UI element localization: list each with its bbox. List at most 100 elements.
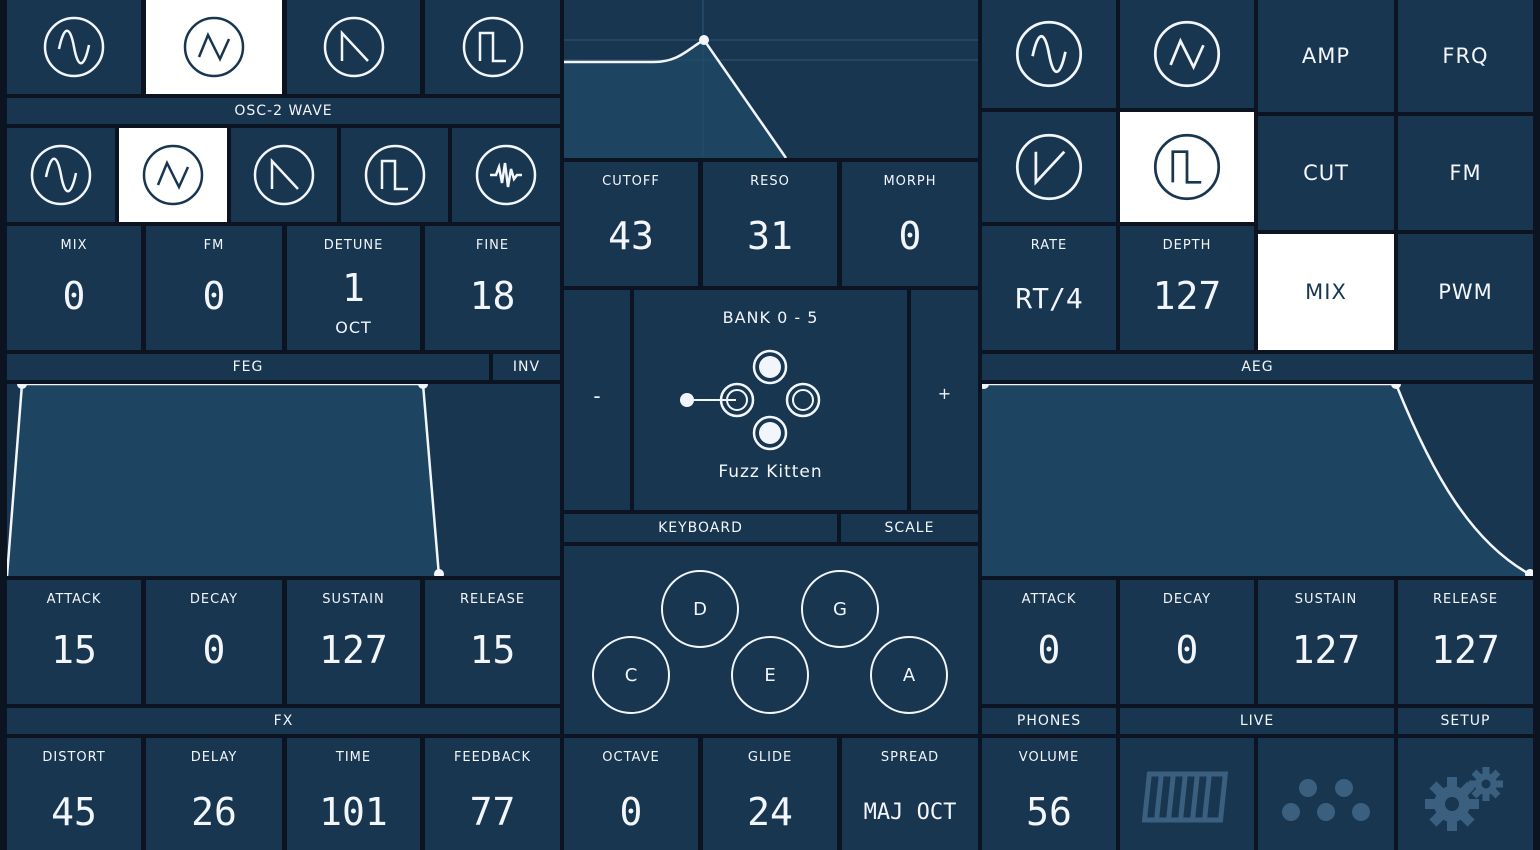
lfo-target-mix[interactable]: MIX [1258,234,1394,350]
feg-invert-button[interactable]: INV [493,354,560,380]
delay-value: 26 [191,790,237,834]
setup-button[interactable] [1398,738,1533,850]
volume-value: 56 [1026,790,1072,834]
saw-wave-icon [253,144,315,206]
spread-value: MAJ OCT [863,800,957,825]
dots-button[interactable] [1258,738,1394,850]
cutoff-control[interactable]: CUTOFF 43 [564,162,698,286]
feg-sustain-label: SUSTAIN [322,592,385,607]
feg-envelope-curve [7,384,444,576]
lfo-target-amp[interactable]: AMP [1258,0,1394,112]
osc2-wave-label: OSC-2 WAVE [7,98,560,124]
lfo-depth-control[interactable]: DEPTH 127 [1120,226,1254,350]
tab-live[interactable]: LIVE [1120,708,1394,734]
feedback-label: FEEDBACK [453,750,532,765]
fm-label: FM [203,238,225,253]
lfo-target-amp-label: AMP [1301,44,1351,68]
osc2-wave-sine[interactable] [7,128,115,222]
glide-label: GLIDE [747,750,793,765]
detune-control[interactable]: DETUNE 1 OCT [287,226,420,350]
triangle-wave-icon [142,144,204,206]
noise-wave-icon [475,144,537,206]
filter-curve [564,0,978,158]
detune-label: DETUNE [323,238,384,253]
lfo-target-frq[interactable]: FRQ [1398,0,1533,112]
lfo-wave-ramp[interactable] [982,112,1116,222]
note-pad: C D E G A [564,546,978,734]
tab-phones[interactable]: PHONES [982,708,1116,734]
feg-attack-label: ATTACK [46,592,102,607]
lfo-wave-square[interactable] [1120,112,1254,222]
delay-control[interactable]: DELAY 26 [146,738,282,850]
distort-label: DISTORT [42,750,106,765]
lfo-target-cut[interactable]: CUT [1258,116,1394,230]
feedback-control[interactable]: FEEDBACK 77 [425,738,560,850]
lfo-target-mix-label: MIX [1305,280,1347,304]
note-e-button[interactable]: E [731,636,809,714]
aeg-envelope-graph[interactable] [982,384,1533,576]
octave-control[interactable]: OCTAVE 0 [564,738,698,850]
reso-value: 31 [747,214,793,258]
osc2-wave-square[interactable] [341,128,448,222]
piano-button[interactable] [1120,738,1254,850]
distort-control[interactable]: DISTORT 45 [7,738,141,850]
fine-control[interactable]: FINE 18 [425,226,560,350]
bank-patch-display[interactable]: BANK 0 - 5 Fuzz Kitten [634,290,907,510]
filter-response-graph[interactable] [564,0,978,158]
tab-keyboard[interactable]: KEYBOARD [564,514,837,542]
bank-next-button[interactable]: + [911,290,978,510]
tab-scale[interactable]: SCALE [841,514,978,542]
note-d-button[interactable]: D [661,570,739,648]
note-a-button[interactable]: A [870,636,948,714]
osc1-wave-triangle[interactable] [146,0,282,94]
lfo-depth-value: 127 [1152,274,1222,318]
lfo-wave-triangle[interactable] [1120,0,1254,108]
sine-wave-icon [43,16,105,78]
feg-envelope-graph[interactable] [7,384,560,576]
note-c-button[interactable]: C [592,636,670,714]
bank-prev-button[interactable]: - [564,290,630,510]
fm-control[interactable]: FM 0 [146,226,282,350]
lfo-depth-label: DEPTH [1162,238,1212,253]
volume-control[interactable]: VOLUME 56 [982,738,1116,850]
aeg-release-control[interactable]: RELEASE 127 [1398,580,1533,704]
lfo-rate-value: RT/4 [1015,282,1083,315]
aeg-attack-control[interactable]: ATTACK 0 [982,580,1116,704]
detune-value: 1 [342,266,365,310]
time-control[interactable]: TIME 101 [287,738,420,850]
square-wave-icon [462,16,523,78]
mix-control[interactable]: MIX 0 [7,226,141,350]
aeg-envelope-curve [982,384,1533,576]
feg-label: FEG [7,354,489,380]
lfo-target-pwm-label: PWM [1438,280,1493,304]
lfo-wave-sine[interactable] [982,0,1116,108]
spread-control[interactable]: SPREAD MAJ OCT [842,738,978,850]
bank-prev-label: - [593,384,601,408]
mix-value: 0 [62,274,86,318]
feg-decay-control[interactable]: DECAY 0 [146,580,282,704]
bank-next-label: + [937,384,952,403]
note-g-button[interactable]: G [801,570,879,648]
osc2-wave-saw[interactable] [231,128,337,222]
reso-control[interactable]: RESO 31 [703,162,837,286]
aeg-sustain-control[interactable]: SUSTAIN 127 [1258,580,1394,704]
morph-control[interactable]: MORPH 0 [842,162,978,286]
aeg-decay-control[interactable]: DECAY 0 [1120,580,1254,704]
tab-setup[interactable]: SETUP [1398,708,1533,734]
glide-control[interactable]: GLIDE 24 [703,738,837,850]
spread-label: SPREAD [880,750,940,765]
feg-sustain-value: 127 [319,628,388,672]
lfo-rate-control[interactable]: RATE RT/4 [982,226,1116,350]
osc2-wave-noise[interactable] [452,128,560,222]
osc1-wave-sine[interactable] [7,0,141,94]
osc2-wave-triangle[interactable] [119,128,227,222]
osc1-wave-saw[interactable] [287,0,420,94]
feg-release-control[interactable]: RELEASE 15 [425,580,560,704]
octave-label: OCTAVE [602,750,660,765]
lfo-target-pwm[interactable]: PWM [1398,234,1533,350]
lfo-target-fm[interactable]: FM [1398,116,1533,230]
feg-attack-control[interactable]: ATTACK 15 [7,580,141,704]
osc1-wave-square[interactable] [425,0,560,94]
feg-sustain-control[interactable]: SUSTAIN 127 [287,580,420,704]
octave-value: 0 [619,790,643,834]
